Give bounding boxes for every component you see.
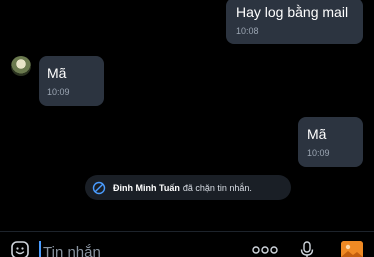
message-text: Hay log bằng mail (236, 4, 349, 20)
chat-screen: Hay log bằng mail 10:08 Mã 10:09 Mã 10:0… (0, 0, 374, 257)
notice-text: đã chặn tin nhắn. (182, 182, 252, 193)
message-time: 10:08 (236, 26, 259, 36)
message-time: 10:09 (307, 148, 330, 158)
block-notice: Đinh Minh Tuấn đã chặn tin nhắn. (85, 175, 291, 200)
more-icon[interactable] (252, 245, 278, 255)
message-time: 10:09 (47, 87, 70, 97)
emoji-icon[interactable] (10, 240, 30, 257)
message-composer (0, 231, 374, 257)
outgoing-message[interactable]: Mã 10:09 (298, 117, 363, 167)
incoming-message[interactable]: Mã 10:09 (39, 56, 104, 106)
message-text: Mã (47, 65, 67, 81)
outgoing-message[interactable]: Hay log bằng mail 10:08 (226, 0, 363, 44)
image-icon[interactable] (341, 241, 363, 257)
message-text: Mã (307, 126, 327, 142)
blocker-name: Đinh Minh Tuấn (113, 182, 180, 193)
mic-icon[interactable] (298, 241, 316, 257)
message-input[interactable] (39, 241, 239, 257)
block-icon (92, 181, 106, 194)
avatar[interactable] (11, 56, 31, 76)
